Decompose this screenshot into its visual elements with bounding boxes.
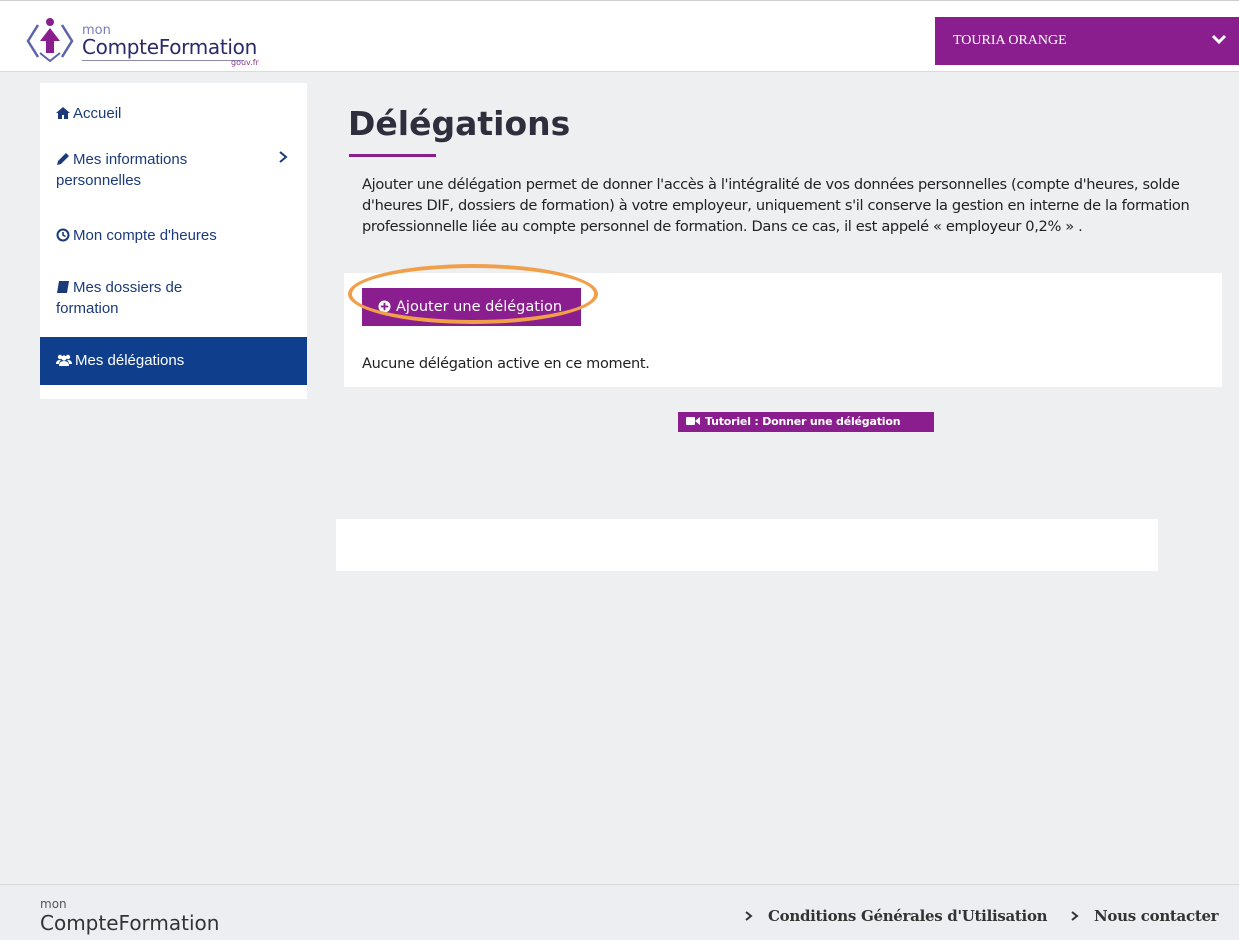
- logo-title: CompteFormation: [82, 35, 257, 59]
- logo[interactable]: mon CompteFormation gouv.fr: [26, 11, 266, 67]
- sidebar: Accueil Mes informations personnelles Mo…: [40, 83, 307, 399]
- tutorial-link[interactable]: Tutoriel : Donner une délégation: [678, 412, 934, 432]
- add-delegation-label: Ajouter une délégation: [396, 299, 563, 315]
- chevron-right-icon: [279, 151, 288, 163]
- add-delegation-button[interactable]: Ajouter une délégation: [362, 288, 581, 326]
- intro-text: Ajouter une délégation permet de donner …: [362, 176, 1190, 235]
- empty-message: Aucune délégation active en ce moment.: [362, 356, 650, 372]
- chevron-right-icon: [1071, 911, 1079, 921]
- video-camera-icon: [686, 417, 700, 425]
- tutorial-label: Tutoriel : Donner une délégation: [705, 415, 901, 428]
- contact-link-label: Nous contacter: [1094, 907, 1219, 925]
- sidebar-item-label: Mon compte d'heures: [73, 227, 217, 244]
- logo-gouv: gouv.fr: [231, 58, 259, 67]
- sidebar-item-informations[interactable]: Mes informations personnelles: [40, 147, 307, 191]
- user-name: TOURIA ORANGE: [953, 33, 1067, 48]
- cgu-link[interactable]: Conditions Générales d'Utilisation: [744, 907, 1048, 925]
- title-underline: [349, 154, 436, 157]
- plus-circle-icon: [378, 300, 391, 313]
- chevron-right-icon: [745, 911, 753, 921]
- page-title: Délégations: [348, 104, 571, 143]
- sidebar-item-dossiers[interactable]: Mes dossiers de formation: [40, 275, 307, 319]
- logo-mark-icon: [26, 18, 74, 63]
- header: mon CompteFormation gouv.fr TOURIA ORANG…: [0, 0, 1239, 72]
- chevron-down-icon: [1211, 34, 1227, 45]
- contact-link[interactable]: Nous contacter: [1070, 907, 1219, 925]
- sidebar-item-label: Accueil: [73, 105, 122, 122]
- clock-icon: [56, 228, 70, 242]
- footer-logo-mon: mon: [40, 897, 67, 911]
- sidebar-item-label: Mes informations personnelles: [56, 151, 188, 189]
- sidebar-item-label: Mes délégations: [75, 352, 185, 369]
- footer: mon CompteFormation Conditions Générales…: [0, 884, 1239, 940]
- users-icon: [56, 354, 72, 366]
- sidebar-item-delegations[interactable]: Mes délégations: [40, 337, 307, 385]
- book-icon: [57, 281, 69, 293]
- blank-content-box: [336, 519, 1158, 571]
- pencil-icon: [57, 153, 69, 165]
- cgu-link-label: Conditions Générales d'Utilisation: [768, 907, 1048, 925]
- home-icon: [56, 107, 70, 119]
- logo-underline: [82, 60, 244, 61]
- sidebar-item-compte-heures[interactable]: Mon compte d'heures: [40, 223, 307, 248]
- user-menu-dropdown[interactable]: TOURIA ORANGE: [935, 17, 1239, 65]
- sidebar-item-label: Mes dossiers de formation: [56, 279, 183, 317]
- footer-logo-title: CompteFormation: [40, 911, 220, 935]
- sidebar-item-accueil[interactable]: Accueil: [40, 97, 307, 130]
